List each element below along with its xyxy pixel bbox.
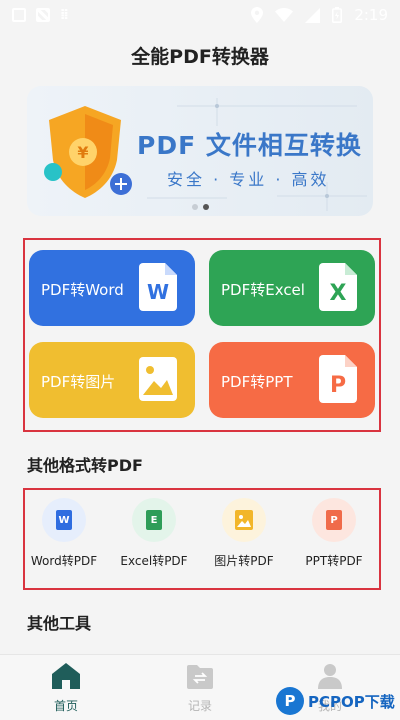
word-file-icon: W	[56, 510, 72, 530]
banner-subtitle: 安全 · 专业 · 高效	[167, 170, 330, 189]
ppt-to-pdf-icon-bg: P	[312, 498, 356, 542]
other-formats-title: 其他格式转PDF	[27, 456, 143, 475]
promo-banner[interactable]: ¥ PDF 文件相互转换 安全 · 专业 · 高效	[27, 86, 373, 216]
excel-to-pdf-icon-bg: E	[132, 498, 176, 542]
notification-square-icon	[12, 8, 26, 22]
excel-to-pdf-label: Excel转PDF	[120, 554, 188, 568]
ppt-doc-icon: P	[319, 355, 357, 403]
excel-doc-icon: X	[319, 263, 357, 311]
excel-file-icon: E	[146, 510, 162, 530]
signal-icon	[305, 7, 321, 23]
banner-title: PDF 文件相互转换	[137, 131, 362, 160]
security-shield-icon: ¥	[44, 106, 132, 198]
status-bar: ⁞⁞ 2:19	[0, 0, 400, 30]
pager-dot-active[interactable]	[202, 204, 209, 210]
tab-records-label: 记录	[187, 699, 212, 713]
battery-icon	[332, 7, 343, 23]
records-icon	[187, 665, 213, 689]
app-title: 全能PDF转换器	[131, 46, 269, 68]
pdf-to-excel-card[interactable]: PDF转Excel X	[209, 250, 375, 326]
image-doc-icon	[139, 357, 177, 401]
tab-home[interactable]: 首页	[26, 663, 106, 714]
ppt-to-pdf-label: PPT转PDF	[305, 554, 363, 568]
image-to-pdf-icon-bg	[222, 498, 266, 542]
ppt-file-icon: P	[326, 510, 342, 530]
status-time: 2:19	[354, 6, 388, 24]
word-to-pdf-icon-bg: W	[42, 498, 86, 542]
ppt-doc-letter: P	[330, 373, 346, 398]
pdf-to-excel-label: PDF转Excel	[221, 281, 305, 299]
other-formats-row: W Word转PDF E Excel转PDF 图片转PDF P PPT转PDF	[23, 488, 381, 590]
word-doc-icon: W	[139, 263, 177, 311]
svg-text:¥: ¥	[77, 143, 88, 162]
banner-pager[interactable]	[27, 204, 373, 210]
image-file-icon	[235, 510, 253, 530]
watermark-text: PCPOP下载	[308, 692, 395, 711]
tab-records[interactable]: 记录	[160, 663, 240, 714]
pdf-to-ppt-label: PDF转PPT	[221, 373, 293, 391]
other-tools-title: 其他工具	[27, 614, 92, 633]
image-to-pdf-label: 图片转PDF	[214, 554, 274, 568]
excel-doc-letter: X	[330, 281, 347, 306]
pdf-to-ppt-card[interactable]: PDF转PPT P	[209, 342, 375, 418]
pdf-to-word-label: PDF转Word	[41, 281, 124, 299]
pdf-to-image-label: PDF转图片	[41, 373, 116, 391]
location-icon	[251, 7, 264, 23]
word-to-pdf-button[interactable]: W Word转PDF	[19, 498, 109, 569]
word-doc-letter: W	[147, 280, 169, 304]
excel-to-pdf-button[interactable]: E Excel转PDF	[109, 498, 199, 569]
pdf-to-word-card[interactable]: PDF转Word W	[29, 250, 195, 326]
pdf-to-image-card[interactable]: PDF转图片	[29, 342, 195, 418]
image-to-pdf-button[interactable]: 图片转PDF	[199, 498, 289, 569]
main-tools-grid: PDF转Word W PDF转Excel X PDF转图片 PDF转PPT P	[23, 238, 381, 432]
ppt-to-pdf-button[interactable]: P PPT转PDF	[289, 498, 379, 569]
site-watermark: P PCPOP下载	[276, 682, 400, 720]
tab-home-label: 首页	[53, 699, 78, 713]
notification-dots-icon: ⁞⁞	[60, 7, 69, 23]
wifi-icon	[275, 8, 294, 22]
notification-checker-icon	[36, 8, 50, 22]
home-icon	[52, 663, 80, 689]
watermark-logo-icon: P	[276, 687, 304, 715]
word-to-pdf-label: Word转PDF	[30, 554, 98, 568]
pager-dot[interactable]	[191, 204, 198, 210]
